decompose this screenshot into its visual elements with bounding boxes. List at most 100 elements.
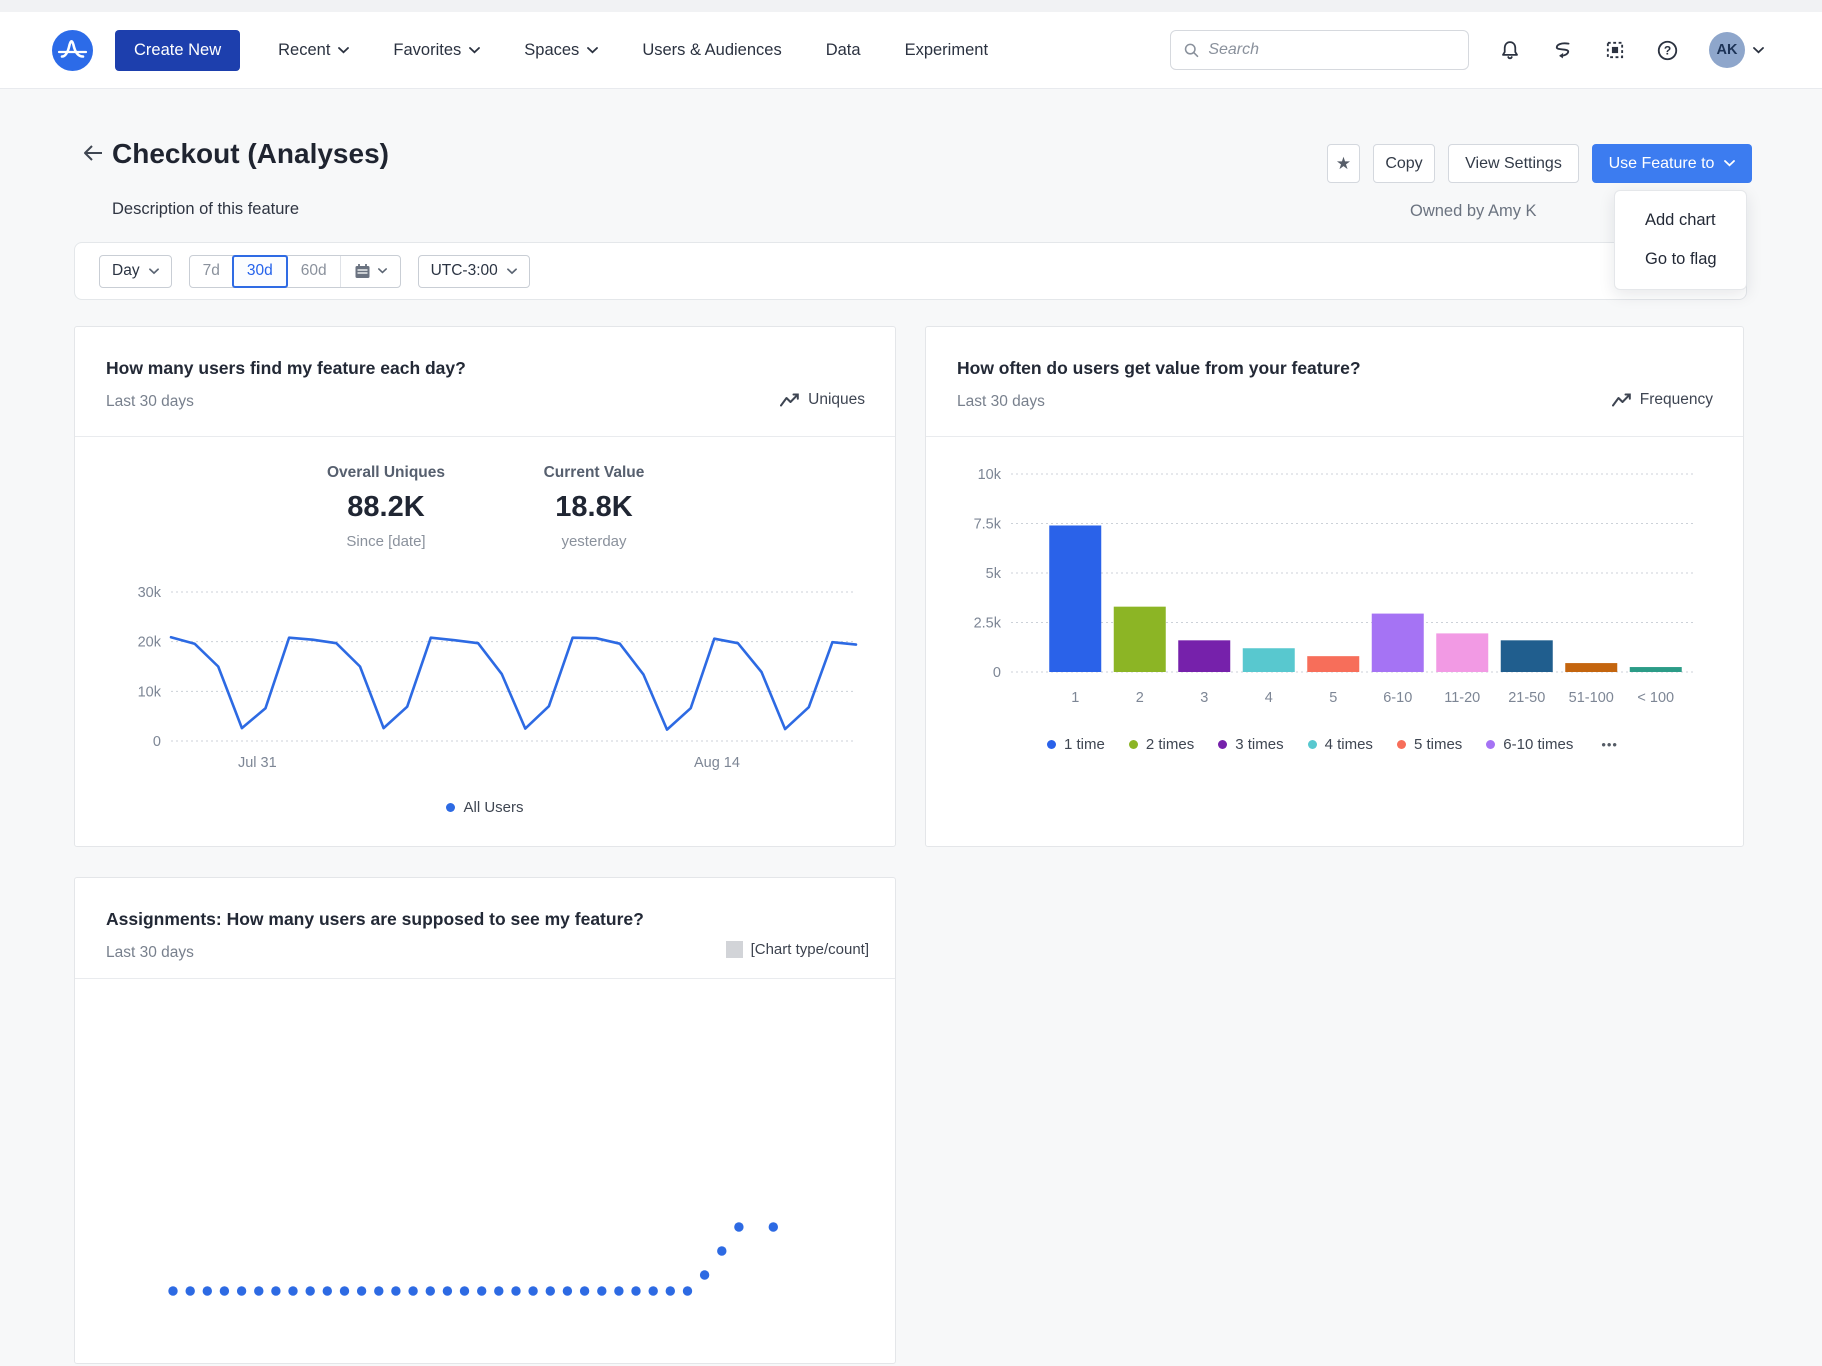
legend-item[interactable]: 4 times xyxy=(1308,736,1373,753)
legend-overflow-button[interactable]: ••• xyxy=(1597,737,1622,752)
nav-item-experiment[interactable]: Experiment xyxy=(905,41,988,60)
chevron-down-icon xyxy=(149,268,159,275)
journeys-button[interactable] xyxy=(1551,39,1574,61)
granularity-select[interactable]: Day xyxy=(99,255,172,288)
svg-text:0: 0 xyxy=(153,734,161,750)
svg-text:6-10: 6-10 xyxy=(1383,690,1412,706)
app-window: Create New Recent Favorites Spaces Users… xyxy=(0,0,1822,1366)
view-settings-button[interactable]: View Settings xyxy=(1448,144,1579,183)
svg-text:7.5k: 7.5k xyxy=(974,517,1002,533)
chevron-down-icon xyxy=(378,268,387,274)
help-icon: ? xyxy=(1656,39,1679,62)
svg-text:0: 0 xyxy=(993,665,1001,681)
create-new-button[interactable]: Create New xyxy=(115,30,240,71)
help-button[interactable]: ? xyxy=(1656,39,1679,62)
svg-text:Aug 14: Aug 14 xyxy=(694,755,740,771)
legend-label: All Users xyxy=(463,799,523,816)
legend-item[interactable]: 5 times xyxy=(1397,736,1462,753)
legend-dot xyxy=(1218,740,1227,749)
nav-item-favorites[interactable]: Favorites xyxy=(393,41,480,60)
use-feature-to-label: Use Feature to xyxy=(1609,155,1715,173)
nav-item-label: Data xyxy=(826,41,861,60)
search-input[interactable] xyxy=(1208,41,1456,59)
svg-text:1: 1 xyxy=(1071,690,1079,706)
svg-text:11-20: 11-20 xyxy=(1444,690,1480,706)
feature-description: Description of this feature xyxy=(112,200,299,219)
legend-item[interactable]: 6-10 times xyxy=(1486,736,1573,753)
range-30d-selected[interactable]: 30d xyxy=(232,255,288,288)
nav-item-label: Recent xyxy=(278,41,330,60)
amplitude-logo[interactable] xyxy=(52,30,93,71)
chevron-down-icon xyxy=(469,47,480,54)
back-button[interactable] xyxy=(81,143,105,168)
favorite-star-button[interactable]: ★ xyxy=(1327,144,1360,183)
svg-text:4: 4 xyxy=(1265,690,1273,706)
legend-dot xyxy=(1308,740,1317,749)
filter-bar: Day 7d 30d 60d UTC-3:00 xyxy=(74,242,1747,300)
frequency-bar-chart: 02.5k5k7.5k10k123456-1011-2021-5051-100<… xyxy=(926,327,1745,848)
date-range-group: 7d 30d 60d xyxy=(189,255,401,288)
nav-item-spaces[interactable]: Spaces xyxy=(524,41,598,60)
legend-item[interactable]: 3 times xyxy=(1218,736,1283,753)
search-box xyxy=(1170,30,1469,70)
legend-label: 5 times xyxy=(1414,736,1462,753)
chevron-down-icon xyxy=(507,268,517,275)
legend-dot xyxy=(1486,740,1495,749)
svg-text:3: 3 xyxy=(1200,690,1208,706)
legend-label: 2 times xyxy=(1146,736,1194,753)
legend-item-all-users[interactable]: All Users xyxy=(446,799,523,816)
svg-text:21-50: 21-50 xyxy=(1508,690,1545,706)
nav-item-data[interactable]: Data xyxy=(826,41,861,60)
svg-text:< 100: < 100 xyxy=(1637,690,1674,706)
svg-text:2: 2 xyxy=(1136,690,1144,706)
use-feature-to-button[interactable]: Use Feature to xyxy=(1592,144,1752,183)
legend-dot xyxy=(446,803,455,812)
notifications-button[interactable] xyxy=(1499,39,1521,61)
menu-item-go-to-flag[interactable]: Go to flag xyxy=(1615,240,1746,279)
bell-icon xyxy=(1499,39,1521,61)
svg-text:Jul 31: Jul 31 xyxy=(238,755,277,771)
legend-item[interactable]: 1 time xyxy=(1047,736,1105,753)
uniques-card: How many users find my feature each day?… xyxy=(74,326,896,847)
timezone-value: UTC-3:00 xyxy=(431,262,498,280)
chevron-down-icon xyxy=(1753,47,1764,54)
svg-text:5k: 5k xyxy=(986,566,1002,582)
top-strip xyxy=(0,0,1822,12)
line-chart-legend: All Users xyxy=(75,799,895,816)
frequency-card: How often do users get value from your f… xyxy=(925,326,1744,847)
range-60d[interactable]: 60d xyxy=(287,256,340,287)
custom-date-range[interactable] xyxy=(340,256,400,287)
nav-item-label: Users & Audiences xyxy=(642,41,781,60)
dashed-square-icon xyxy=(1604,39,1626,61)
assignments-scatter-chart xyxy=(75,878,897,1365)
nav-item-label: Favorites xyxy=(393,41,461,60)
legend-dot xyxy=(1047,740,1056,749)
select-region-button[interactable] xyxy=(1604,39,1626,61)
bar-chart-legend: 1 time 2 times 3 times 4 times 5 times 6… xyxy=(926,736,1743,753)
account-menu[interactable]: AK xyxy=(1709,32,1764,68)
svg-text:51-100: 51-100 xyxy=(1569,690,1614,706)
svg-text:30k: 30k xyxy=(138,585,162,601)
svg-text:10k: 10k xyxy=(978,467,1002,483)
calendar-icon xyxy=(354,263,371,280)
uniques-line-chart: 010k20k30kJul 31Aug 14 xyxy=(75,327,897,848)
range-7d[interactable]: 7d xyxy=(190,256,233,287)
legend-label: 4 times xyxy=(1325,736,1373,753)
menu-item-add-chart[interactable]: Add chart xyxy=(1615,201,1746,240)
legend-dot xyxy=(1397,740,1406,749)
chevron-down-icon xyxy=(338,47,349,54)
avatar: AK xyxy=(1709,32,1745,68)
svg-text:10k: 10k xyxy=(138,684,162,700)
timezone-select[interactable]: UTC-3:00 xyxy=(418,255,530,288)
assignments-card: Assignments: How many users are supposed… xyxy=(74,877,896,1364)
legend-item[interactable]: 2 times xyxy=(1129,736,1194,753)
use-feature-dropdown-menu: Add chart Go to flag xyxy=(1614,190,1747,290)
legend-dot xyxy=(1129,740,1138,749)
nav-item-users-audiences[interactable]: Users & Audiences xyxy=(642,41,781,60)
header-actions: ★ Copy View Settings Use Feature to xyxy=(1327,144,1752,183)
copy-button[interactable]: Copy xyxy=(1373,144,1435,183)
amplitude-logo-icon xyxy=(52,30,93,71)
chevron-down-icon xyxy=(587,47,598,54)
nav-item-label: Experiment xyxy=(905,41,988,60)
nav-item-recent[interactable]: Recent xyxy=(278,41,349,60)
